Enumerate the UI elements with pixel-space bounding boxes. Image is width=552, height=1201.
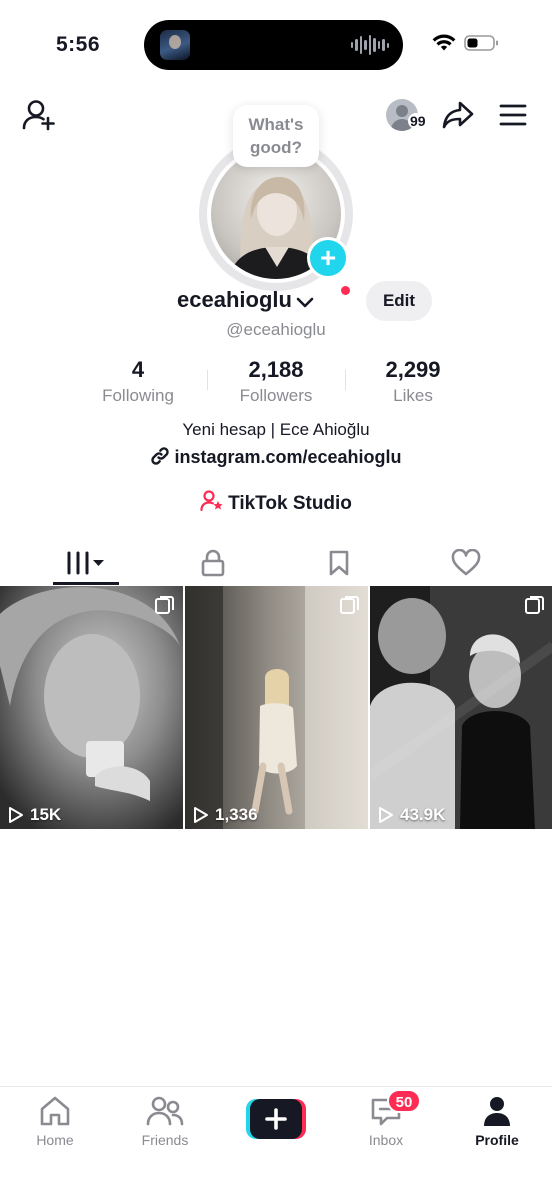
lock-icon <box>201 549 225 577</box>
grid-bars-icon <box>67 551 104 575</box>
notification-dot <box>341 286 350 295</box>
stat-label: Followers <box>239 386 313 405</box>
link-text: instagram.com/eceahioglu <box>174 447 402 467</box>
bio-link[interactable]: instagram.com/eceahioglu <box>0 446 552 468</box>
stat-followers[interactable]: 2,188 Followers <box>206 357 346 406</box>
heart-icon <box>451 549 481 576</box>
stat-value: 2,188 <box>248 357 304 382</box>
stat-likes[interactable]: 2,299 Likes <box>343 357 483 406</box>
active-tab-indicator <box>53 582 119 585</box>
view-count: 15K <box>8 805 61 825</box>
view-count-text: 1,336 <box>215 805 258 824</box>
video-cover <box>185 586 368 829</box>
battery-icon <box>464 35 498 51</box>
view-count-text: 43.9K <box>400 805 446 824</box>
bookmark-icon <box>329 550 349 576</box>
username: eceahioglu <box>177 287 292 312</box>
play-icon <box>194 807 208 823</box>
multi-photo-icon <box>340 596 359 614</box>
stat-label: Likes <box>393 386 433 405</box>
nav-label: Profile <box>475 1132 519 1148</box>
account-switcher[interactable]: eceahioglu <box>177 287 315 313</box>
stat-following[interactable]: 4 Following <box>68 357 208 406</box>
home-icon <box>40 1096 70 1126</box>
menu-icon[interactable] <box>499 103 527 127</box>
profile-icon <box>484 1097 510 1126</box>
share-icon[interactable] <box>442 100 474 130</box>
friends-avatar-button[interactable]: 99 <box>386 99 432 133</box>
play-icon <box>9 807 23 823</box>
video-thumbnail[interactable]: 15K <box>0 586 183 829</box>
audio-waveform-icon <box>350 35 389 55</box>
dynamic-island[interactable] <box>144 20 403 70</box>
nav-label: Friends <box>141 1132 189 1148</box>
stat-value: 2,299 <box>385 357 441 382</box>
tab-liked[interactable] <box>397 540 535 586</box>
view-count: 43.9K <box>378 805 445 825</box>
multi-photo-icon <box>525 596 544 614</box>
tab-videos[interactable] <box>17 540 155 586</box>
video-thumbnail[interactable]: 43.9K <box>370 586 552 829</box>
status-time: 5:56 <box>56 33 101 56</box>
studio-user-star-icon <box>200 490 223 512</box>
stat-label: Following <box>102 386 174 405</box>
note-bubble[interactable]: What's good? <box>233 105 319 167</box>
add-avatar-button[interactable]: + <box>307 237 349 279</box>
friends-count-badge: 99 <box>408 113 428 129</box>
create-plus-icon[interactable] <box>246 1099 306 1139</box>
video-cover <box>0 586 183 829</box>
bio-text: Yeni hesap | Ece Ahioğlu <box>182 420 370 439</box>
tiktok-studio-button[interactable]: TikTok Studio <box>0 490 552 515</box>
video-thumbnail[interactable]: 1,336 <box>185 586 368 829</box>
nav-label: Inbox <box>368 1132 404 1148</box>
view-count: 1,336 <box>193 805 258 825</box>
play-icon <box>379 807 393 823</box>
chevron-down-icon <box>296 297 314 308</box>
nav-inbox[interactable]: Inbox <box>331 1095 441 1148</box>
inbox-badge: 50 <box>387 1089 421 1113</box>
nav-home[interactable]: Home <box>0 1095 110 1148</box>
user-handle: @eceahioglu <box>226 320 326 339</box>
tab-private[interactable] <box>144 540 282 586</box>
nav-profile[interactable]: Profile <box>442 1095 552 1148</box>
link-icon <box>151 447 170 465</box>
multi-photo-icon <box>155 596 174 614</box>
tab-saved[interactable] <box>270 540 408 586</box>
add-friend-icon[interactable] <box>22 99 56 131</box>
video-cover <box>370 586 552 829</box>
status-icons <box>432 34 500 52</box>
stat-value: 4 <box>131 357 145 382</box>
nav-friends[interactable]: Friends <box>110 1095 220 1148</box>
bottom-navigation: Home Friends Inbox 50 Profile <box>0 1086 552 1201</box>
view-count-text: 15K <box>30 805 62 824</box>
now-playing-artwork <box>160 30 190 60</box>
edit-profile-button[interactable]: Edit <box>366 281 432 321</box>
friends-icon <box>146 1096 184 1126</box>
nav-label: Home <box>36 1132 74 1148</box>
wifi-icon <box>432 34 456 51</box>
studio-label: TikTok Studio <box>228 493 352 514</box>
